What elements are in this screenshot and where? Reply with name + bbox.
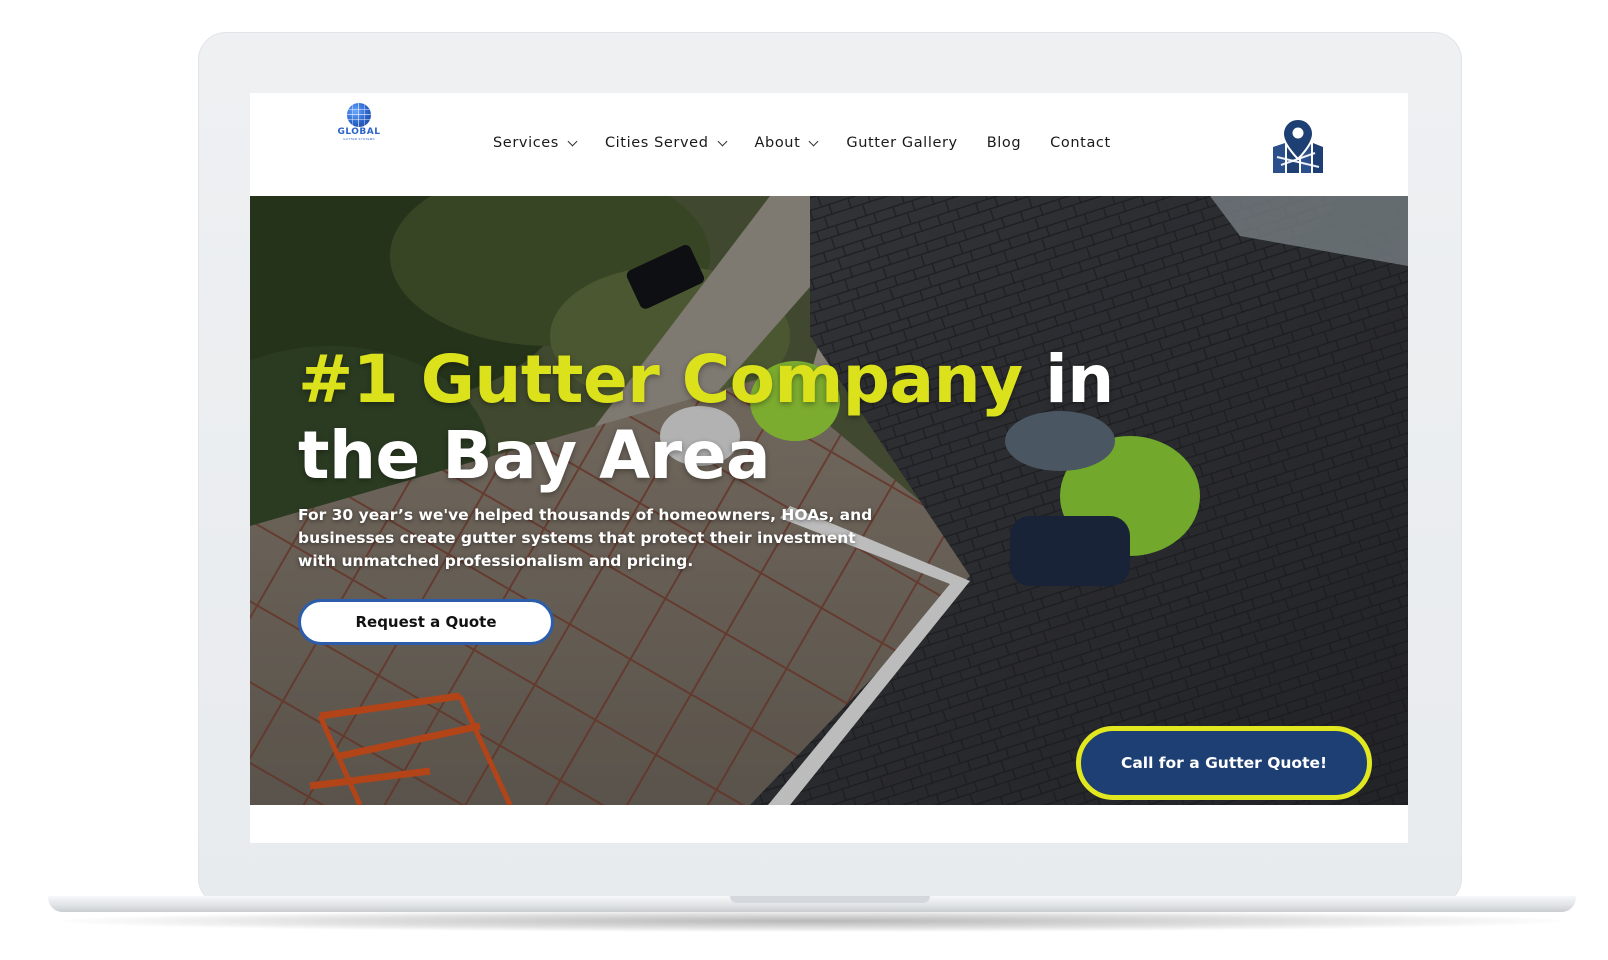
nav-item-label: Cities Served bbox=[604, 135, 709, 151]
nav-item-label: Blog bbox=[986, 135, 1022, 151]
nav-item-label: Gutter Gallery bbox=[846, 135, 958, 151]
nav-item-cities-served[interactable]: Cities Served bbox=[604, 135, 727, 151]
request-quote-button[interactable]: Request a Quote bbox=[298, 599, 554, 645]
logo-tagline: GUTTER SYSTEMS bbox=[343, 137, 375, 141]
globe-icon bbox=[347, 103, 371, 127]
nav-item-label: Services bbox=[493, 135, 559, 151]
chevron-down-icon bbox=[717, 136, 727, 146]
laptop-notch bbox=[730, 896, 930, 903]
nav-item-gutter-gallery[interactable]: Gutter Gallery bbox=[846, 135, 957, 151]
hero-title-accent: #1 Gutter Company bbox=[298, 341, 1023, 418]
hero-background-photo bbox=[250, 196, 1408, 805]
chevron-down-icon bbox=[808, 136, 819, 146]
website-screen: GLOBAL GUTTER SYSTEMS Services Cities Se… bbox=[250, 93, 1408, 843]
laptop-shadow bbox=[60, 910, 1564, 932]
site-logo[interactable]: GLOBAL GUTTER SYSTEMS bbox=[332, 103, 386, 143]
site-header: GLOBAL GUTTER SYSTEMS Services Cities Se… bbox=[250, 93, 1408, 196]
map-pin-icon[interactable] bbox=[1271, 117, 1325, 175]
nav-item-contact[interactable]: Contact bbox=[1050, 135, 1111, 151]
nav-item-about[interactable]: About bbox=[754, 135, 819, 151]
main-nav: Services Cities Served About Gutter Gall… bbox=[493, 131, 1111, 155]
nav-item-blog[interactable]: Blog bbox=[987, 135, 1021, 151]
nav-item-services[interactable]: Services bbox=[493, 135, 578, 151]
call-quote-button[interactable]: Call for a Gutter Quote! bbox=[1076, 726, 1372, 800]
chevron-down-icon bbox=[567, 136, 578, 146]
nav-item-label: Contact bbox=[1050, 135, 1111, 151]
nav-item-label: About bbox=[754, 135, 801, 151]
hero-title: #1 Gutter Company in the Bay Area bbox=[298, 342, 1238, 494]
hero-subtitle: For 30 year’s we've helped thousands of … bbox=[298, 506, 873, 570]
logo-name: GLOBAL bbox=[337, 127, 381, 137]
hero-section: #1 Gutter Company in the Bay Area For 30… bbox=[250, 196, 1408, 805]
